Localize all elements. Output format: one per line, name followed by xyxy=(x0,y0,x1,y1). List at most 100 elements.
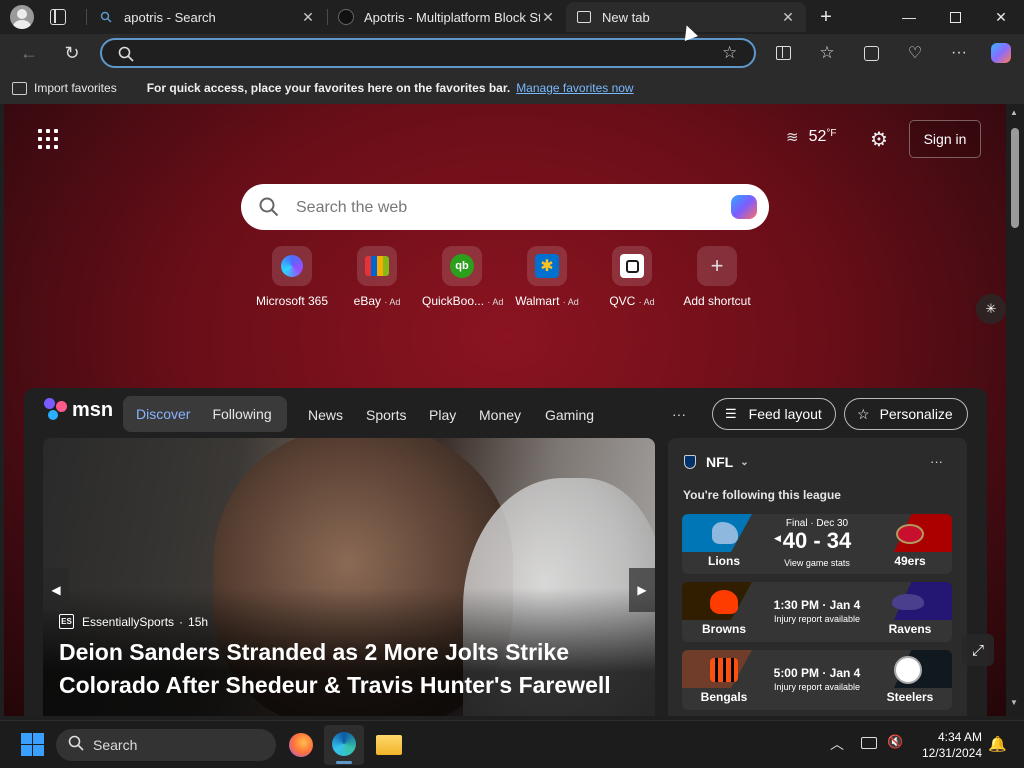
carousel-prev-button[interactable]: ◀ xyxy=(43,568,69,612)
tab-gaming[interactable]: Gaming xyxy=(545,407,594,423)
plus-icon: + xyxy=(710,253,724,278)
volume-muted-icon[interactable]: 🔇 xyxy=(887,734,903,750)
scrollbar-thumb[interactable] xyxy=(1011,128,1019,228)
new-tab-button[interactable]: + xyxy=(812,5,840,29)
favorites-bar: Import favorites For quick access, place… xyxy=(0,72,1024,104)
expand-feed-button[interactable]: ⤢ xyxy=(962,634,994,666)
tab-sports[interactable]: Sports xyxy=(366,407,406,423)
chevron-down-icon: ⌄ xyxy=(740,456,749,468)
close-tab-icon[interactable]: ✕ xyxy=(540,9,556,26)
profile-avatar[interactable] xyxy=(10,5,34,29)
web-search-box[interactable]: Search the web xyxy=(241,184,769,230)
temperature-unit: °F xyxy=(826,127,837,139)
import-favorites-button[interactable]: Import favorites xyxy=(34,81,117,95)
minimize-button[interactable]: — xyxy=(886,0,932,34)
copilot-icon[interactable] xyxy=(731,195,757,219)
windows-taskbar: Search ︿ 🔇 4:34 AM 12/31/2024 🔔 xyxy=(0,720,1024,768)
ad-badge: · Ad xyxy=(384,297,401,307)
search-icon xyxy=(68,735,84,756)
sparkle-star-icon: ☆ xyxy=(857,405,870,422)
game-card-browns-ravens[interactable]: Browns Ravens 1:30 PM · Jan 4 Injury rep… xyxy=(682,582,952,642)
game-card-lions-49ers[interactable]: Lions 49ers Final · Dec 30 ◀ 40 - 34 Vie… xyxy=(682,514,952,574)
background-settings-icon[interactable]: ✳ xyxy=(976,294,1006,324)
settings-more-icon[interactable]: ··· xyxy=(944,38,974,68)
app-launcher-icon[interactable] xyxy=(38,129,58,149)
close-tab-icon[interactable]: ✕ xyxy=(780,9,796,26)
tab-play[interactable]: Play xyxy=(429,407,456,423)
msn-feed: msn Discover Following News Sports Play … xyxy=(24,388,987,716)
shortcut-qvc[interactable]: QVC · Ad xyxy=(592,246,672,308)
search-icon xyxy=(118,46,134,67)
shortcut-walmart[interactable]: ✱ Walmart · Ad xyxy=(507,246,587,308)
tab-news[interactable]: News xyxy=(308,407,343,423)
tab-apotris[interactable]: Apotris - Multiplatform Block Stac ✕ xyxy=(328,2,566,32)
hero-story-card[interactable]: ◀ ▶ ES EssentiallySports · 15h Deion San… xyxy=(43,438,655,716)
import-favorites-icon[interactable] xyxy=(12,81,27,95)
close-window-button[interactable]: ✕ xyxy=(978,0,1024,34)
story-source[interactable]: ES EssentiallySports · 15h xyxy=(59,614,208,629)
sign-in-button[interactable]: Sign in xyxy=(909,120,981,158)
tab-following[interactable]: Following xyxy=(212,406,271,422)
weather-widget[interactable]: ≋ 52 °F xyxy=(786,127,837,147)
game-note: Injury report available xyxy=(773,614,861,624)
scroll-down-arrow-icon[interactable]: ▼ xyxy=(1010,698,1018,707)
taskbar-search-box[interactable]: Search xyxy=(56,729,276,761)
temperature: 52 xyxy=(808,128,827,145)
close-tab-icon[interactable]: ✕ xyxy=(300,9,316,26)
gear-icon[interactable]: ⚙ xyxy=(870,127,888,152)
headline-line-2: Colorado After Shedeur & Travis Hunter's… xyxy=(59,672,611,698)
favorites-icon[interactable]: ☆ xyxy=(812,38,842,68)
tab-money[interactable]: Money xyxy=(479,407,521,423)
story-headline[interactable]: Deion Sanders Stranded as 2 More Jolts S… xyxy=(59,636,639,702)
feed-layout-button[interactable]: ☰ Feed layout xyxy=(712,398,836,430)
active-indicator xyxy=(336,761,352,764)
headline-line-1: Deion Sanders Stranded as 2 More Jolts S… xyxy=(59,639,569,665)
manage-favorites-link[interactable]: Manage favorites now xyxy=(516,81,633,95)
shortcut-add[interactable]: + Add shortcut xyxy=(677,246,757,308)
msn-logo[interactable]: msn xyxy=(44,398,113,422)
notification-bell-icon[interactable]: 🔔 xyxy=(988,735,1007,753)
nfl-more-icon[interactable]: ··· xyxy=(930,454,943,469)
story-age: 15h xyxy=(188,614,209,629)
split-screen-icon[interactable] xyxy=(768,38,798,68)
nfl-header[interactable]: NFL ⌄ xyxy=(684,454,749,470)
home-team-name: Bengals xyxy=(700,690,748,704)
copilot-icon[interactable] xyxy=(986,38,1016,68)
tab-search[interactable]: apotris - Search ✕ xyxy=(88,2,326,32)
edge-taskbar-button[interactable] xyxy=(324,725,364,765)
firefox-icon[interactable] xyxy=(289,733,313,757)
restore-button[interactable] xyxy=(932,0,978,34)
address-bar[interactable]: ☆ xyxy=(100,38,756,68)
more-options-icon[interactable]: ··· xyxy=(672,406,686,422)
tab-discover[interactable]: Discover xyxy=(136,406,190,422)
msn-wordmark: msn xyxy=(72,398,114,421)
scroll-up-arrow-icon[interactable]: ▲ xyxy=(1010,108,1018,117)
nfl-title: NFL xyxy=(706,454,734,470)
shortcut-microsoft-365[interactable]: Microsoft 365 xyxy=(252,246,332,308)
refresh-button[interactable]: ↻ xyxy=(57,38,87,68)
nfl-widget: NFL ⌄ ··· You're following this league L… xyxy=(668,438,967,716)
browser-essentials-icon[interactable]: ♡ xyxy=(900,38,930,68)
game-note: Injury report available xyxy=(773,682,861,692)
page-scrollbar[interactable]: ▲ ▼ xyxy=(1006,104,1024,716)
carousel-next-button[interactable]: ▶ xyxy=(629,568,655,612)
chevron-up-icon[interactable]: ︿ xyxy=(830,734,844,754)
windows-start-icon[interactable] xyxy=(21,733,44,756)
search-input[interactable]: Search the web xyxy=(296,199,407,217)
personalize-button[interactable]: ☆ Personalize xyxy=(844,398,968,430)
tab-actions-icon[interactable] xyxy=(50,9,66,25)
collections-icon[interactable] xyxy=(856,38,886,68)
game-card-bengals-steelers[interactable]: Bengals Steelers 5:00 PM · Jan 4 Injury … xyxy=(682,650,952,710)
shortcut-ebay[interactable]: eBay · Ad xyxy=(337,246,417,308)
file-explorer-icon[interactable] xyxy=(376,735,402,755)
shortcut-quickbooks[interactable]: qb QuickBoo... · Ad xyxy=(422,246,503,308)
tab-title: apotris - Search xyxy=(124,9,216,25)
qvc-icon xyxy=(620,254,644,278)
tab-title: New tab xyxy=(602,9,650,25)
game-note: View game stats xyxy=(784,558,850,568)
clock[interactable]: 4:34 AM 12/31/2024 xyxy=(912,729,982,761)
network-icon[interactable] xyxy=(861,737,877,749)
favorite-star-icon[interactable]: ☆ xyxy=(722,43,737,63)
essentiallysports-logo-icon: ES xyxy=(59,614,74,629)
back-button[interactable]: ← xyxy=(14,38,44,68)
